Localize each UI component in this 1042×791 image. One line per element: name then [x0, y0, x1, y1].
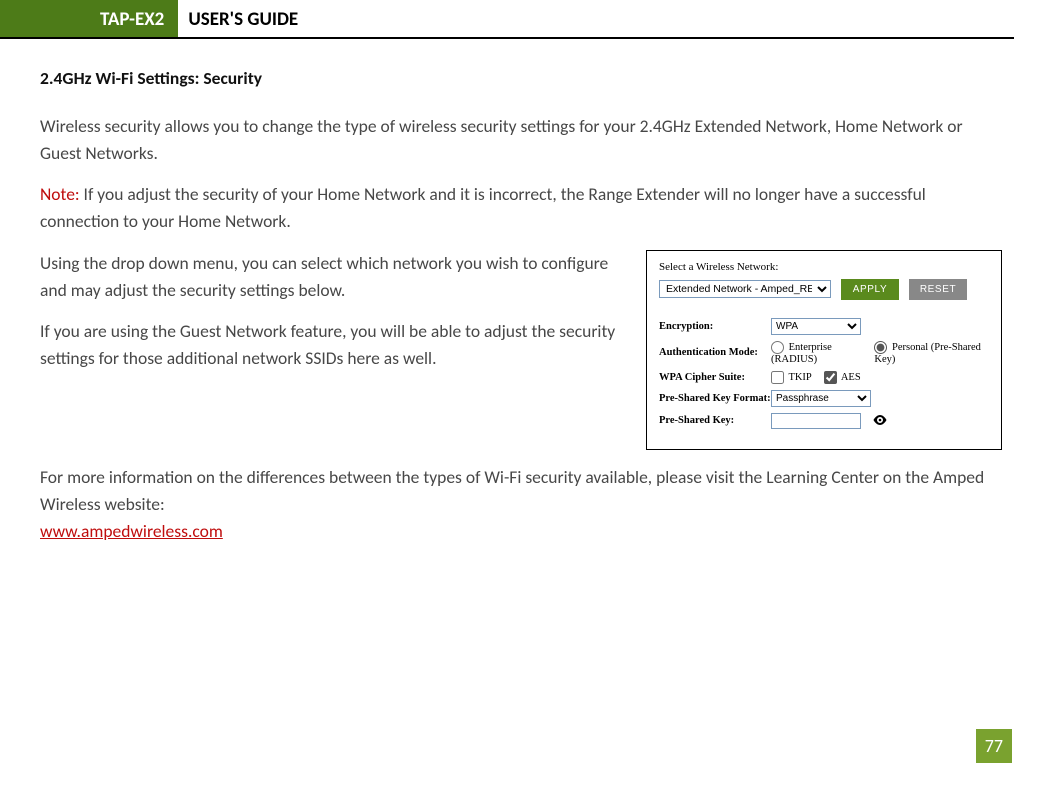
reset-button[interactable]: RESET [909, 279, 967, 300]
guest-paragraph: If you are using the Guest Network featu… [40, 318, 628, 372]
note-label: Note: [40, 183, 80, 205]
encryption-select[interactable]: WPA [771, 318, 861, 335]
cipher-label: WPA Cipher Suite: [659, 372, 771, 383]
apply-button[interactable]: APPLY [841, 279, 899, 300]
page-header: TAP-EX2 USER'S GUIDE [0, 0, 1014, 39]
auth-personal-option[interactable]: Personal (Pre-Shared Key) [874, 341, 983, 365]
cipher-aes-option[interactable]: AES [824, 371, 861, 384]
auth-enterprise-radio[interactable] [771, 341, 784, 354]
intro-paragraph: Wireless security allows you to change t… [40, 113, 1002, 167]
auth-personal-text: Personal (Pre-Shared Key) [874, 341, 981, 364]
auth-enterprise-option[interactable]: Enterprise (RADIUS) [771, 341, 862, 365]
cipher-tkip-checkbox[interactable] [771, 371, 784, 384]
eye-icon[interactable] [873, 413, 887, 429]
cipher-tkip-option[interactable]: TKIP [771, 371, 812, 384]
page-content: 2.4GHz Wi-Fi Settings: Security Wireless… [0, 39, 1042, 545]
page-number: 77 [976, 729, 1012, 763]
auth-mode-label: Authentication Mode: [659, 347, 771, 358]
cipher-tkip-text: TKIP [788, 371, 811, 382]
psk-format-select[interactable]: Passphrase [771, 390, 871, 407]
network-select[interactable]: Extended Network - Amped_REC15A_2.4 [659, 280, 831, 298]
more-info-text: For more information on the differences … [40, 466, 984, 515]
encryption-label: Encryption: [659, 321, 771, 332]
cipher-aes-text: AES [841, 371, 861, 382]
auth-personal-radio[interactable] [874, 341, 887, 354]
select-network-label: Select a Wireless Network: [659, 261, 989, 273]
cipher-aes-checkbox[interactable] [824, 371, 837, 384]
note-paragraph: Note: If you adjust the security of your… [40, 181, 1002, 235]
dropdown-paragraph: Using the drop down menu, you can select… [40, 250, 628, 304]
more-info-paragraph: For more information on the differences … [40, 464, 1002, 545]
settings-screenshot: Select a Wireless Network: Extended Netw… [646, 250, 1002, 450]
guide-title: USER'S GUIDE [178, 0, 298, 37]
note-text: If you adjust the security of your Home … [40, 183, 926, 232]
section-heading: 2.4GHz Wi-Fi Settings: Security [40, 67, 1002, 89]
psk-format-label: Pre-Shared Key Format: [659, 393, 771, 404]
psk-label: Pre-Shared Key: [659, 415, 771, 426]
product-badge: TAP-EX2 [0, 0, 178, 37]
psk-input[interactable] [771, 413, 861, 429]
website-link[interactable]: www.ampedwireless.com [40, 520, 223, 542]
